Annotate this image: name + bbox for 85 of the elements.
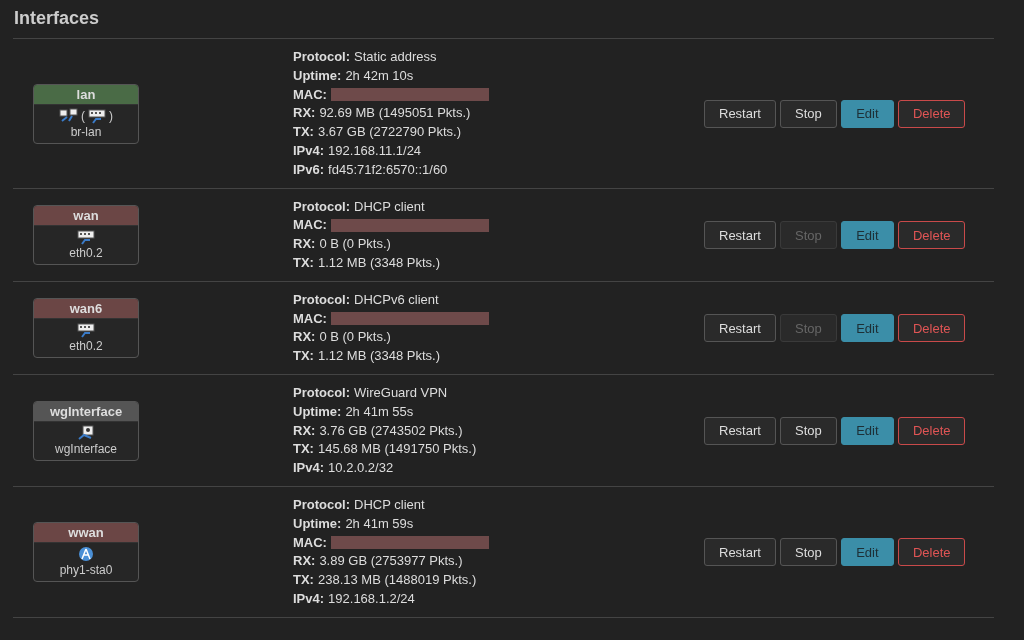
detail-label: RX: bbox=[293, 552, 316, 571]
detail-value: 145.68 MB (1491750 Pkts.) bbox=[317, 440, 477, 459]
edit-button[interactable]: Edit bbox=[840, 538, 894, 567]
detail-label: Uptime: bbox=[293, 402, 342, 421]
action-button[interactable]: Restart bbox=[704, 221, 776, 250]
detail-label: TX: bbox=[293, 347, 314, 366]
detail-value: 192.168.1.2/24 bbox=[328, 589, 415, 608]
edit-button[interactable]: Edit bbox=[840, 416, 894, 445]
detail-value: 238.13 MB (1488019 Pkts.) bbox=[317, 571, 477, 590]
device-name: eth0.2 bbox=[69, 339, 103, 354]
detail-label: RX: bbox=[293, 104, 316, 123]
page-title: Interfaces bbox=[14, 8, 101, 29]
detail-value: 3.89 GB (2753977 Pkts.) bbox=[319, 552, 463, 571]
detail-value: 2h 42m 10s bbox=[345, 66, 414, 85]
detail-label: TX: bbox=[293, 253, 314, 272]
device-name: br-lan bbox=[70, 124, 102, 139]
detail-label: Protocol: bbox=[293, 383, 351, 402]
detail-value: WireGuard VPN bbox=[354, 383, 448, 402]
device-name: eth0.2 bbox=[69, 246, 103, 261]
delete-button[interactable]: Delete bbox=[897, 416, 966, 445]
detail-value: 192.168.11.1/24 bbox=[328, 142, 422, 160]
action-button[interactable]: Restart bbox=[704, 538, 776, 567]
action-button[interactable]: Stop bbox=[779, 538, 837, 567]
detail-value: Static address bbox=[354, 48, 437, 66]
ethernet-port-icon bbox=[87, 107, 107, 124]
action-button[interactable]: Restart bbox=[704, 99, 776, 128]
bracket: ) bbox=[109, 108, 113, 123]
detail-label: IPv4: bbox=[293, 142, 325, 160]
detail-value: 10.2.0.2/32 bbox=[328, 459, 394, 478]
detail-label: MAC: bbox=[293, 216, 327, 235]
detail-label: RX: bbox=[293, 235, 316, 254]
detail-value: DHCPv6 client bbox=[354, 290, 439, 309]
interface-name: wgInterface bbox=[34, 401, 138, 422]
detail-label: RX: bbox=[293, 421, 316, 440]
interface-name: lan bbox=[34, 84, 138, 105]
interface-name: wwan bbox=[34, 523, 138, 544]
detail-label: Uptime: bbox=[293, 514, 342, 533]
wireless-antenna-icon bbox=[78, 546, 94, 563]
edit-button[interactable]: Edit bbox=[840, 314, 894, 343]
detail-label: TX: bbox=[293, 123, 314, 142]
detail-label: TX: bbox=[293, 440, 314, 459]
detail-label: Uptime: bbox=[293, 66, 342, 85]
detail-value: fd45:71f2:6570::1/60 bbox=[328, 160, 448, 179]
detail-value: DHCP client bbox=[354, 197, 425, 216]
detail-label: Protocol: bbox=[293, 197, 351, 216]
action-button[interactable]: Stop bbox=[779, 416, 837, 445]
detail-label: IPv6: bbox=[293, 160, 325, 179]
detail-value: DHCP client bbox=[354, 495, 425, 514]
action-button[interactable]: Restart bbox=[704, 416, 776, 445]
ethernet-port-icon bbox=[76, 229, 96, 246]
detail-label: IPv4: bbox=[293, 459, 325, 478]
detail-value: 0 B (0 Pkts.) bbox=[319, 235, 391, 254]
detail-value: 92.69 MB (1495051 Pkts.) bbox=[319, 104, 471, 123]
detail-label: TX: bbox=[293, 571, 314, 590]
interface-name: wan bbox=[34, 206, 138, 227]
detail-label: MAC: bbox=[293, 309, 327, 328]
bridge-icon bbox=[59, 107, 79, 124]
device-name: wgInterface bbox=[54, 441, 117, 456]
tunnel-icon bbox=[77, 424, 95, 441]
detail-value: 2h 41m 59s bbox=[345, 514, 414, 533]
device-name: phy1-sta0 bbox=[59, 563, 113, 578]
detail-value: 1.12 MB (3348 Pkts.) bbox=[317, 347, 441, 366]
detail-label: Protocol: bbox=[293, 290, 351, 309]
detail-label: Protocol: bbox=[293, 48, 351, 66]
ethernet-port-icon bbox=[76, 322, 96, 339]
detail-value: 3.76 GB (2743502 Pkts.) bbox=[319, 421, 463, 440]
delete-button[interactable]: Delete bbox=[897, 99, 966, 128]
detail-value: 0 B (0 Pkts.) bbox=[319, 328, 391, 347]
detail-label: MAC: bbox=[293, 533, 327, 552]
detail-value: 1.12 MB (3348 Pkts.) bbox=[317, 253, 441, 272]
delete-button[interactable]: Delete bbox=[897, 538, 966, 567]
detail-label: IPv4: bbox=[293, 589, 325, 608]
detail-value: 2h 41m 55s bbox=[345, 402, 414, 421]
detail-label: Protocol: bbox=[293, 495, 351, 514]
action-button[interactable]: Stop bbox=[779, 99, 837, 128]
bracket: ( bbox=[81, 108, 85, 123]
delete-button[interactable]: Delete bbox=[897, 314, 966, 343]
delete-button[interactable]: Delete bbox=[897, 221, 966, 250]
edit-button[interactable]: Edit bbox=[840, 221, 894, 250]
detail-label: MAC: bbox=[293, 85, 327, 104]
detail-value: 3.67 GB (2722790 Pkts.) bbox=[317, 123, 462, 142]
interface-name: wan6 bbox=[34, 299, 138, 320]
action-button[interactable]: Restart bbox=[704, 314, 776, 343]
edit-button[interactable]: Edit bbox=[840, 99, 894, 128]
detail-label: RX: bbox=[293, 328, 316, 347]
